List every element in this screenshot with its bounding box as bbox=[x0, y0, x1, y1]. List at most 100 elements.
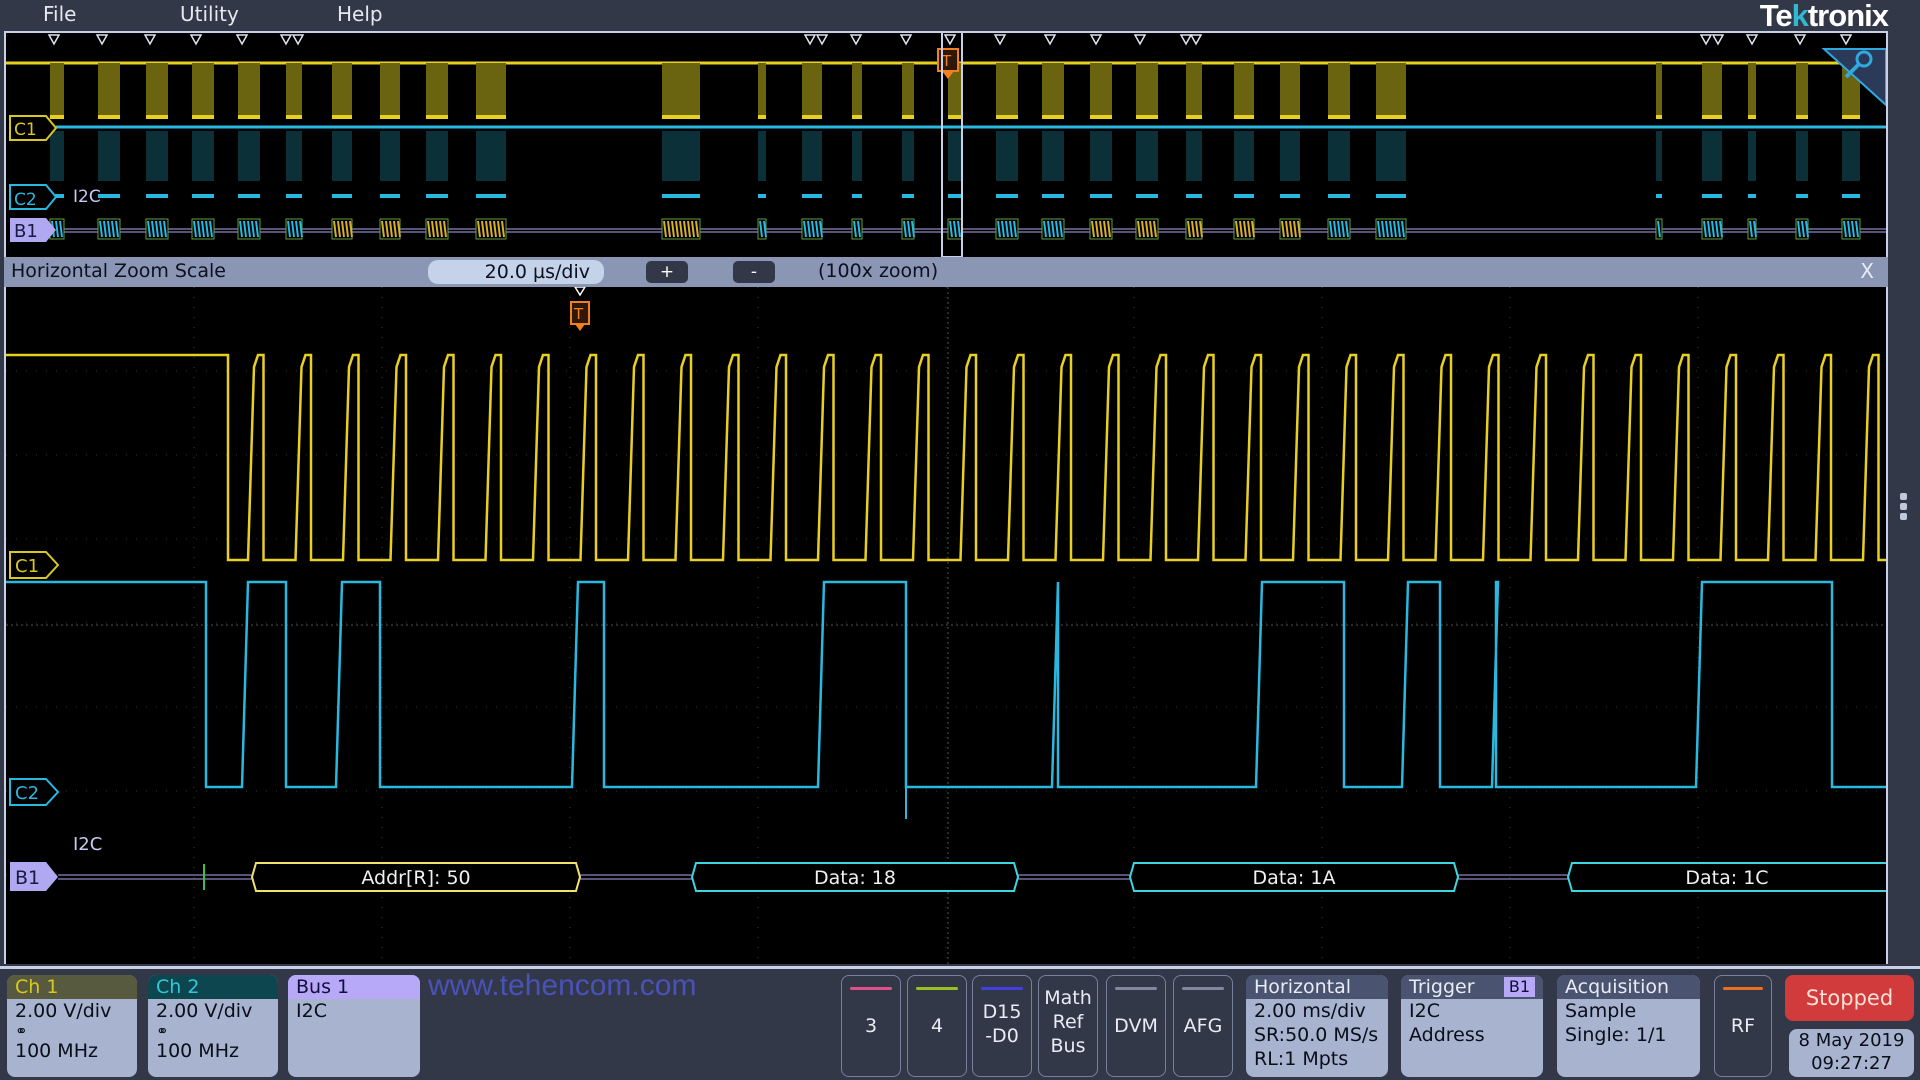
ov-ch2-burst bbox=[380, 131, 400, 181]
status-button-dvm[interactable]: DVM bbox=[1106, 975, 1166, 1077]
ov-packet-marker bbox=[1179, 34, 1193, 46]
status-button-math-ref-bus[interactable]: Math Ref Bus bbox=[1038, 975, 1098, 1077]
ov-bus-packet bbox=[49, 218, 65, 240]
ov-ch2-burst bbox=[1186, 131, 1202, 181]
ov-bus-packet bbox=[947, 218, 963, 240]
menu-help[interactable]: Help bbox=[337, 2, 383, 26]
ov-ch1-burst bbox=[1748, 63, 1756, 119]
ov-ch2-burst bbox=[948, 131, 962, 181]
ov-packet-marker bbox=[235, 34, 249, 46]
ov-bus-packet bbox=[97, 218, 121, 240]
ov-ch1-burst bbox=[286, 63, 302, 119]
ov-ch2-burst bbox=[192, 131, 214, 181]
decode-packet-label: Addr[R]: 50 bbox=[361, 867, 470, 889]
trigger-type: I2C bbox=[1409, 1000, 1440, 1022]
ov-bus-packet bbox=[145, 218, 169, 240]
ov-packet-marker bbox=[1043, 34, 1057, 46]
ov-bus-packet bbox=[1041, 218, 1065, 240]
menu-utility[interactable]: Utility bbox=[180, 2, 239, 26]
overview-waveform-view[interactable]: C1 C2 I2C B1 T bbox=[4, 31, 1888, 257]
status-button-afg[interactable]: AFG bbox=[1173, 975, 1233, 1077]
menu-file[interactable]: File bbox=[43, 2, 76, 26]
ov-packet-marker bbox=[899, 34, 913, 46]
ov-bus-packet bbox=[1655, 218, 1663, 240]
trigger-badge[interactable]: Trigger B1 I2C Address bbox=[1401, 975, 1543, 1077]
ov-packet-marker bbox=[803, 34, 817, 46]
ov-bus-packet bbox=[1185, 218, 1203, 240]
ov-packet-marker bbox=[1189, 34, 1203, 46]
ov-ch1-burst bbox=[98, 63, 120, 119]
decode-packet-label: Data: 18 bbox=[814, 867, 896, 889]
ov-ch2-burst bbox=[802, 131, 822, 181]
ov-ch2-burst bbox=[1280, 131, 1300, 181]
ov-ch1-burst bbox=[1656, 63, 1662, 119]
bus1-badge-title: Bus 1 bbox=[288, 975, 420, 999]
ch2-badge-title: Ch 2 bbox=[148, 975, 278, 999]
ov-bus-packet bbox=[379, 218, 401, 240]
ov-ch1-burst bbox=[1186, 63, 1202, 119]
decode-packet[interactable]: Data: 18 bbox=[690, 862, 1020, 892]
status-button-3[interactable]: 3 bbox=[841, 975, 901, 1077]
ov-ch1-burst bbox=[146, 63, 168, 119]
bus1-badge[interactable]: Bus 1 I2C bbox=[288, 975, 420, 1077]
ov-ch2-burst bbox=[426, 131, 448, 181]
decode-packet[interactable]: Data: 1A bbox=[1128, 862, 1460, 892]
date-time: 8 May 2019 09:27:27 bbox=[1789, 1029, 1914, 1077]
ov-packet-marker bbox=[815, 34, 829, 46]
zoom-scale-field[interactable]: 20.0 µs/div bbox=[428, 260, 604, 284]
ov-bus-packet bbox=[425, 218, 449, 240]
overview-plot bbox=[6, 34, 1886, 240]
horizontal-scale: 2.00 ms/div bbox=[1254, 1000, 1366, 1022]
ov-ch2-burst bbox=[1748, 131, 1756, 181]
ch2-badge[interactable]: Ch 2 2.00 V/div ⚭ 100 MHz bbox=[148, 975, 278, 1077]
decode-packet[interactable]: Data: 1C bbox=[1566, 862, 1886, 892]
ov-ch2-burst bbox=[476, 131, 506, 181]
rf-button[interactable]: RF bbox=[1714, 975, 1772, 1077]
status-button-d15--d0[interactable]: D15 -D0 bbox=[972, 975, 1032, 1077]
ov-packet-marker bbox=[279, 34, 293, 46]
acquisition-mode: Sample bbox=[1565, 1000, 1637, 1022]
ov-bus-packet bbox=[801, 218, 823, 240]
ov-bus-packet bbox=[1233, 218, 1255, 240]
ov-packet-marker bbox=[1699, 34, 1713, 46]
ov-ch1-burst bbox=[852, 63, 862, 119]
close-zoom-button[interactable]: X bbox=[1860, 259, 1874, 283]
run-stop-status[interactable]: Stopped bbox=[1785, 975, 1914, 1021]
color-line bbox=[850, 987, 892, 990]
zoomed-waveform-view[interactable]: Addr[R]: 50 Data: 18 Data: 1A Data: 1C T C1… bbox=[4, 287, 1888, 964]
ov-bus-packet bbox=[1375, 218, 1407, 240]
ov-bus-packet bbox=[237, 218, 261, 240]
ov-ch2-burst bbox=[1328, 131, 1350, 181]
side-panel-handle[interactable] bbox=[1900, 490, 1910, 523]
ov-packet-marker bbox=[1711, 34, 1725, 46]
horizontal-badge[interactable]: Horizontal 2.00 ms/div SR:50.0 MS/s RL:1… bbox=[1246, 975, 1388, 1077]
ov-ch1-burst bbox=[996, 63, 1018, 119]
ov-ch1-burst bbox=[332, 63, 352, 119]
ov-packet-marker bbox=[95, 34, 109, 46]
ch1-bandwidth: 100 MHz bbox=[15, 1040, 98, 1062]
zoom-out-button[interactable]: - bbox=[733, 261, 775, 283]
zoom-in-button[interactable]: + bbox=[646, 261, 688, 283]
status-button-label: AFG bbox=[1183, 1015, 1223, 1037]
ov-bus-packet bbox=[1701, 218, 1723, 240]
ov-ch2-burst bbox=[1796, 131, 1808, 181]
acquisition-badge[interactable]: Acquisition Sample Single: 1/1 bbox=[1557, 975, 1700, 1077]
ov-ch2-burst bbox=[996, 131, 1018, 181]
ov-ch2-burst bbox=[1042, 131, 1064, 181]
ov-bus-packet bbox=[1747, 218, 1757, 240]
ov-ch2-burst bbox=[1234, 131, 1254, 181]
menu-bar: File Utility Help Tektronix bbox=[0, 0, 1920, 33]
ov-ch2-burst bbox=[902, 131, 914, 181]
time-text: 09:27:27 bbox=[1811, 1053, 1892, 1074]
ov-bus-packet bbox=[285, 218, 303, 240]
ch1-badge[interactable]: Ch 1 2.00 V/div ⚭ 100 MHz bbox=[7, 975, 137, 1077]
decode-packet[interactable]: Addr[R]: 50 bbox=[250, 862, 582, 892]
ov-ch1-burst bbox=[238, 63, 260, 119]
color-line bbox=[1115, 987, 1157, 990]
ov-ch1-burst bbox=[948, 63, 962, 119]
record-length: RL:1 Mpts bbox=[1254, 1048, 1349, 1070]
ch1-scale: 2.00 V/div bbox=[15, 1000, 112, 1022]
ov-packet-marker bbox=[1745, 34, 1759, 46]
ov-ch2-burst bbox=[1842, 131, 1860, 181]
status-button-4[interactable]: 4 bbox=[907, 975, 967, 1077]
